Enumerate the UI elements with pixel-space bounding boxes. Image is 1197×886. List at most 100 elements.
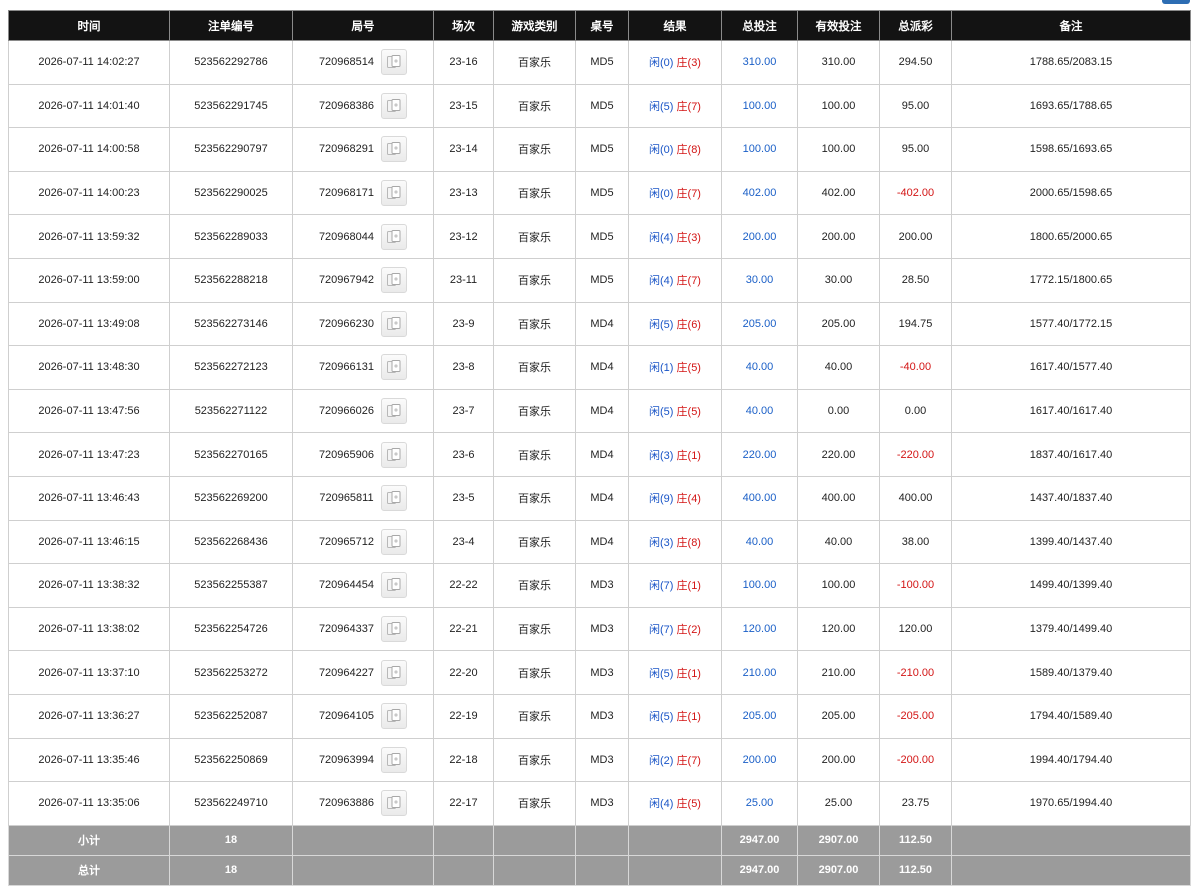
result-banker-score: (1) xyxy=(687,667,701,680)
cell-result: 闲(0) 庄(3) xyxy=(628,40,722,85)
cell-result: 闲(4) 庄(5) xyxy=(628,781,722,826)
cell-remark: 1994.40/1794.40 xyxy=(951,737,1191,783)
card-detail-icon[interactable] xyxy=(381,354,408,381)
result-banker-label: 庄 xyxy=(676,493,688,506)
result-player-label: 闲 xyxy=(649,624,661,637)
result-banker-label: 庄 xyxy=(676,188,688,201)
cell-valid-bet: 40.00 xyxy=(797,519,880,565)
result-player-label: 闲 xyxy=(649,493,661,506)
cell-shoe: 22-21 xyxy=(433,606,494,652)
result-player-label: 闲 xyxy=(649,231,661,244)
cell-payout: -40.00 xyxy=(879,345,952,390)
cell-total-bet: 205.00 xyxy=(721,301,798,347)
cell-remark: 1788.65/2083.15 xyxy=(951,40,1191,85)
card-detail-icon[interactable] xyxy=(381,267,408,294)
cell-valid-bet: 25.00 xyxy=(797,781,880,826)
result-banker-label: 庄 xyxy=(676,275,688,288)
round-no-text: 720965906 xyxy=(318,448,374,461)
result-banker-label: 庄 xyxy=(676,711,688,724)
table-row: 2026-07-11 13:35:46 523562250869 7209639… xyxy=(8,737,1191,783)
grand-total-count: 18 xyxy=(169,854,293,886)
cell-payout: -220.00 xyxy=(879,432,952,477)
result-banker-score: (8) xyxy=(687,536,701,549)
result-banker-score: (8) xyxy=(687,144,701,157)
cell-table: MD3 xyxy=(575,563,629,608)
card-detail-icon[interactable] xyxy=(381,398,408,425)
cell-order-no: 523562250869 xyxy=(169,737,293,783)
cell-game-type: 百家乐 xyxy=(493,345,576,390)
cell-round-no: 720963886 xyxy=(292,781,434,826)
cell-game-type: 百家乐 xyxy=(493,781,576,826)
header-order-no: 注单编号 xyxy=(169,10,293,41)
result-player-label: 闲 xyxy=(649,362,661,375)
cell-shoe: 22-19 xyxy=(433,693,494,739)
table-row: 2026-07-11 14:00:58 523562290797 7209682… xyxy=(8,127,1191,172)
result-player-score: (3) xyxy=(660,449,674,462)
table-row: 2026-07-11 13:35:06 523562249710 7209638… xyxy=(8,781,1191,826)
cell-game-type: 百家乐 xyxy=(493,606,576,652)
card-detail-icon[interactable] xyxy=(381,528,408,555)
corner-tab-button[interactable] xyxy=(1162,0,1190,4)
cell-shoe: 23-12 xyxy=(433,214,494,259)
cell-total-bet: 310.00 xyxy=(721,40,798,85)
card-detail-icon[interactable] xyxy=(381,136,408,163)
cell-total-bet: 205.00 xyxy=(721,693,798,739)
cell-time: 2026-07-11 13:59:32 xyxy=(8,214,170,259)
cell-payout: -210.00 xyxy=(879,650,952,695)
card-detail-icon[interactable] xyxy=(381,703,408,730)
cell-table: MD5 xyxy=(575,40,629,85)
round-no-text: 720966026 xyxy=(318,405,374,418)
round-no-text: 720966131 xyxy=(318,361,374,374)
card-detail-icon[interactable] xyxy=(381,790,408,817)
table-row: 2026-07-11 13:38:32 523562255387 7209644… xyxy=(8,563,1191,608)
cell-shoe: 23-6 xyxy=(433,432,494,477)
cell-result: 闲(7) 庄(1) xyxy=(628,563,722,608)
round-no-text: 720963994 xyxy=(318,753,374,766)
cell-payout: 23.75 xyxy=(879,781,952,826)
table-row: 2026-07-11 13:48:30 523562272123 7209661… xyxy=(8,345,1191,390)
card-detail-icon[interactable] xyxy=(381,616,408,643)
card-detail-icon[interactable] xyxy=(380,485,407,512)
cell-remark: 1617.40/1617.40 xyxy=(951,388,1191,434)
result-banker-score: (6) xyxy=(687,318,701,331)
cell-time: 2026-07-11 13:47:23 xyxy=(8,432,170,477)
cell-payout: -402.00 xyxy=(879,170,952,216)
cell-valid-bet: 400.00 xyxy=(797,475,880,521)
cell-table: MD5 xyxy=(575,170,629,216)
result-player-label: 闲 xyxy=(649,798,661,811)
cell-time: 2026-07-11 13:37:10 xyxy=(8,650,170,695)
result-banker-score: (1) xyxy=(687,580,701,593)
cell-result: 闲(4) 庄(7) xyxy=(628,257,722,303)
card-detail-icon[interactable] xyxy=(381,180,408,207)
cell-total-bet: 200.00 xyxy=(721,214,798,259)
card-detail-icon[interactable] xyxy=(381,572,408,599)
cell-result: 闲(5) 庄(1) xyxy=(628,693,722,739)
result-banker-score: (1) xyxy=(687,711,701,724)
cell-time: 2026-07-11 13:38:02 xyxy=(8,606,170,652)
result-player-label: 闲 xyxy=(649,580,661,593)
card-detail-icon[interactable] xyxy=(381,441,408,468)
cell-round-no: 720966230 xyxy=(292,301,434,347)
grand-total-label: 总计 xyxy=(8,854,170,886)
cell-remark: 1577.40/1772.15 xyxy=(951,301,1191,347)
cell-result: 闲(1) 庄(5) xyxy=(628,345,722,390)
cell-table: MD4 xyxy=(575,475,629,521)
card-detail-icon[interactable] xyxy=(381,49,408,76)
round-no-text: 720964105 xyxy=(318,710,374,723)
result-banker-label: 庄 xyxy=(676,624,688,637)
result-player-score: (2) xyxy=(660,754,674,767)
cell-table: MD4 xyxy=(575,345,629,390)
card-detail-icon[interactable] xyxy=(381,310,408,337)
result-banker-label: 庄 xyxy=(676,144,688,157)
cell-remark: 1794.40/1589.40 xyxy=(951,693,1191,739)
table-row: 2026-07-11 14:01:40 523562291745 7209683… xyxy=(8,83,1191,129)
cell-round-no: 720967942 xyxy=(292,257,434,303)
card-detail-icon[interactable] xyxy=(381,223,408,250)
card-detail-icon[interactable] xyxy=(381,746,408,773)
cell-game-type: 百家乐 xyxy=(493,432,576,477)
cell-result: 闲(5) 庄(1) xyxy=(628,650,722,695)
cell-round-no: 720965811 xyxy=(292,475,434,521)
cell-result: 闲(5) 庄(6) xyxy=(628,301,722,347)
card-detail-icon[interactable] xyxy=(381,659,408,686)
card-detail-icon[interactable] xyxy=(381,92,408,119)
